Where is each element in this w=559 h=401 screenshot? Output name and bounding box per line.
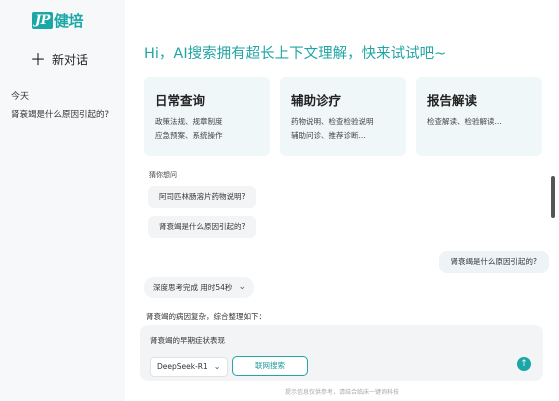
card-desc-line: 药物说明、检查检验说明: [291, 117, 374, 126]
card-title: 辅助诊疗: [291, 93, 342, 108]
sidebar: JP 健培 ＋ 新对话 今天 肾衰竭是什么原因引起的?: [0, 0, 125, 401]
card-desc: 检查解读、检验解读...: [427, 115, 502, 129]
chat-input-text[interactable]: 肾衰竭的早期症状表现: [150, 335, 225, 346]
history-section-today: 今天: [11, 92, 30, 102]
send-button[interactable]: ↑: [517, 357, 531, 371]
model-select-value: DeepSeek-R1: [157, 362, 208, 371]
chevron-down-icon: ⌄: [238, 282, 246, 292]
thinking-status-text: 深度思考完成 用时54秒: [153, 283, 233, 292]
footer-disclaimer: 提示信息仅供参考，请结合临床一键询科技: [284, 389, 399, 396]
arrow-up-icon: ↑: [520, 359, 528, 369]
user-message-bubble: 肾衰竭是什么原因引起的?: [438, 251, 549, 273]
card-title: 报告解读: [427, 93, 478, 108]
card-desc-line: 政策法规、规章制度: [155, 117, 223, 126]
card-title: 日常查询: [155, 93, 206, 108]
chevron-down-icon: ⌄: [213, 362, 221, 371]
web-search-button[interactable]: 联网搜索: [232, 356, 308, 376]
logo-mark: JP: [32, 11, 53, 29]
model-select[interactable]: DeepSeek-R1 ⌄: [150, 357, 228, 377]
welcome-headline: Hi，AI搜索拥有超长上下文理解，快来试试吧~: [144, 46, 447, 62]
card-daily-query[interactable]: 日常查询 政策法规、规章制度 应急预案、系统操作: [144, 77, 270, 156]
card-desc-line: 检查解读、检验解读...: [427, 117, 502, 126]
answer-intro: 肾衰竭的病因复杂，综合整理如下：: [146, 312, 266, 321]
suggestion-chip[interactable]: 阿司匹林肠溶片药物说明?: [148, 186, 257, 208]
suggestions-label: 猜你想问: [149, 171, 177, 179]
new-chat-label: 新对话: [52, 53, 89, 67]
plus-icon: ＋: [30, 49, 47, 69]
card-desc-line: 应急预案、系统操作: [155, 131, 223, 140]
chat-main: Hi，AI搜索拥有超长上下文理解，快来试试吧~ 日常查询 政策法规、规章制度 应…: [125, 0, 559, 401]
card-desc: 药物说明、检查检验说明 辅助问诊、推荐诊断...: [291, 115, 374, 143]
card-desc-line: 辅助问诊、推荐诊断...: [291, 131, 366, 140]
suggestion-chip[interactable]: 肾衰竭是什么原因引起的?: [148, 216, 257, 238]
new-chat-button[interactable]: ＋ 新对话: [30, 51, 88, 68]
history-item[interactable]: 肾衰竭是什么原因引起的?: [11, 108, 109, 120]
logo-text: 健培: [53, 11, 84, 30]
card-assisted-diagnosis[interactable]: 辅助诊疗 药物说明、检查检验说明 辅助问诊、推荐诊断...: [280, 77, 406, 156]
thinking-status-toggle[interactable]: 深度思考完成 用时54秒 ⌄: [144, 277, 254, 298]
scrollbar-thumb[interactable]: [551, 176, 555, 218]
card-desc: 政策法规、规章制度 应急预案、系统操作: [155, 115, 223, 143]
brand-logo[interactable]: JP 健培: [32, 11, 84, 30]
card-report-interpretation[interactable]: 报告解读 检查解读、检验解读...: [416, 77, 542, 156]
chat-input-box[interactable]: 肾衰竭的早期症状表现 DeepSeek-R1 ⌄ 联网搜索 ↑: [140, 325, 543, 381]
